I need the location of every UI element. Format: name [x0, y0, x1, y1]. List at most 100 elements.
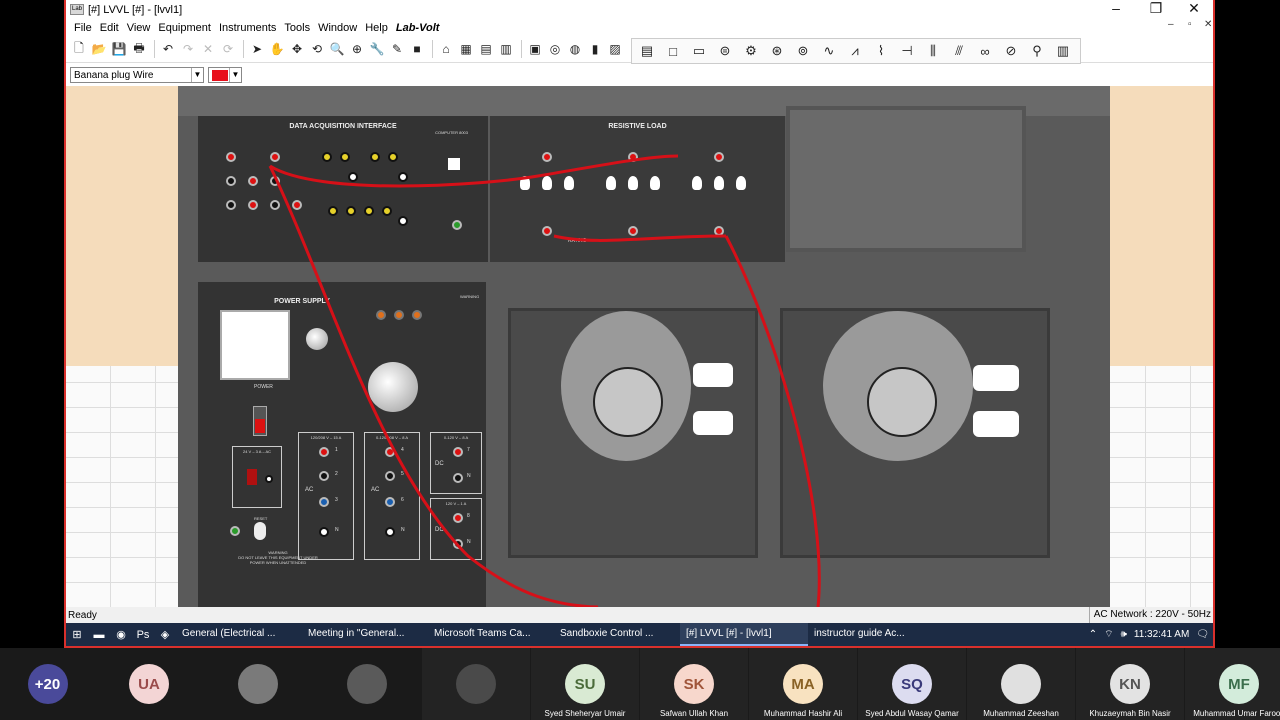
capacitor-icon[interactable]: ⊣ — [896, 42, 918, 60]
avatar: MF — [1219, 664, 1259, 704]
close-button[interactable]: ✕ — [1174, 0, 1214, 19]
taskbar-app[interactable]: General (Electrical ... — [176, 623, 302, 646]
menu-view[interactable]: View — [127, 22, 151, 34]
start-icon[interactable]: ⊞ — [66, 624, 88, 646]
menu-equipment[interactable]: Equipment — [158, 22, 211, 34]
participant-tile[interactable]: KN Khuzaeymah Bin Nasir — [1076, 648, 1184, 720]
new-icon[interactable]: 🗋 — [70, 40, 88, 58]
title-bar[interactable]: Lab [#] LVVL [#] - [lvvl1] — [66, 0, 1213, 19]
wire-color-select[interactable]: ▼ — [208, 67, 242, 83]
hand-icon[interactable]: ✋ — [268, 40, 286, 58]
rotate-view-icon[interactable]: ⟲ — [308, 40, 326, 58]
color-box-icon[interactable]: ■ — [408, 40, 426, 58]
probe-icon[interactable]: 🔧 — [368, 40, 386, 58]
app-icon[interactable]: ◈ — [154, 624, 176, 646]
menu-window[interactable]: Window — [318, 22, 357, 34]
photoshop-icon[interactable]: Ps — [132, 624, 154, 646]
generator-icon[interactable]: ⊚ — [792, 42, 814, 60]
file-explorer-icon[interactable]: ▬ — [88, 624, 110, 646]
taskbar-app[interactable]: [#] LVVL [#] - [lvvl1] — [680, 623, 808, 646]
pointer-icon[interactable]: ➤ — [248, 40, 266, 58]
taskbar-app[interactable]: Meeting in "General... — [302, 623, 428, 646]
transformer-icon[interactable]: ⫼ — [922, 42, 944, 60]
undo-icon[interactable]: ↶ — [159, 40, 177, 58]
resistor-icon[interactable]: ⩘ — [844, 42, 866, 60]
mdi-restore-button[interactable]: ▫ — [1188, 19, 1192, 30]
table-icon[interactable]: ▤ — [477, 40, 495, 58]
panel-icon[interactable]: ▤ — [636, 42, 658, 60]
harmonic-icon[interactable]: ◍ — [566, 40, 584, 58]
participant-name: Muhammad Hashir Ali — [763, 709, 843, 718]
mdi-close-button[interactable]: ✕ — [1204, 19, 1212, 30]
oscilloscope-icon[interactable]: ▣ — [526, 40, 544, 58]
participant-tile[interactable]: MA Muhammad Hashir Ali — [749, 648, 857, 720]
overflow-tile[interactable]: +20 — [0, 648, 95, 720]
pen-icon[interactable]: ✎ — [388, 40, 406, 58]
volume-icon[interactable]: 🕪 — [1121, 629, 1127, 640]
clock[interactable]: 11:32:41 AM — [1134, 629, 1189, 640]
meter-icon[interactable]: ⊘ — [1000, 42, 1022, 60]
network-icon[interactable]: ⌔ — [1104, 628, 1113, 641]
chevron-down-icon: ▼ — [191, 68, 203, 82]
module-icon[interactable]: ▥ — [1052, 42, 1074, 60]
redo-icon[interactable]: ↷ — [179, 40, 197, 58]
menu-file[interactable]: File — [74, 22, 92, 34]
wire[interactable] — [269, 154, 679, 188]
coils-icon[interactable]: ∞ — [974, 42, 996, 60]
bulb-icon[interactable]: ⚲ — [1026, 42, 1048, 60]
workbench-canvas[interactable]: DATA ACQUISITION INTERFACE COMPUTER 8003 — [66, 86, 1213, 607]
zoom-in-icon[interactable]: ⊕ — [348, 40, 366, 58]
chart-icon[interactable]: ▮ — [586, 40, 604, 58]
source-icon[interactable]: ∿ — [818, 42, 840, 60]
participant-tile[interactable]: SQ Syed Abdul Wasay Qamar — [858, 648, 966, 720]
rect-icon[interactable]: ▭ — [688, 42, 710, 60]
move-icon[interactable]: ✥ — [288, 40, 306, 58]
maximize-button[interactable]: ❐ — [1136, 0, 1176, 19]
delete-icon[interactable]: ✕ — [199, 40, 217, 58]
wire[interactable] — [553, 234, 727, 242]
participant-tile[interactable] — [422, 648, 530, 720]
avatar-photo — [1001, 664, 1041, 704]
square-icon[interactable]: □ — [662, 42, 684, 60]
participant-tile[interactable]: SK Safwan Ullah Khan — [640, 648, 748, 720]
chrome-icon[interactable]: ◉ — [110, 624, 132, 646]
avatar-photo — [238, 664, 278, 704]
scope-icon[interactable]: ▨ — [606, 40, 624, 58]
transformer2-icon[interactable]: ⫻ — [948, 42, 970, 60]
print-icon[interactable]: 🖶 — [130, 40, 148, 58]
open-icon[interactable]: 📂 — [90, 40, 108, 58]
system-tray: ⌃ ⌔ 🕪 11:32:41 AM 🗨 — [1082, 623, 1209, 646]
save-icon[interactable]: 💾 — [110, 40, 128, 58]
participant-tile[interactable]: SU Syed Sheheryar Umair — [531, 648, 639, 720]
chevron-up-icon[interactable]: ⌃ — [1089, 629, 1097, 640]
participant-tile[interactable] — [313, 648, 421, 720]
zoom-icon[interactable]: 🔍 — [328, 40, 346, 58]
wire[interactable] — [268, 165, 599, 607]
gear-icon[interactable]: ⚙ — [740, 42, 762, 60]
menu-help[interactable]: Help — [365, 22, 388, 34]
phasor-icon[interactable]: ◎ — [546, 40, 564, 58]
participant-tile[interactable]: Muhammad Zeeshan — [967, 648, 1075, 720]
minimize-button[interactable]: – — [1096, 0, 1136, 19]
lamp-icon[interactable]: ⊜ — [714, 42, 736, 60]
taskbar-app[interactable]: Sandboxie Control ... — [554, 623, 680, 646]
taskbar-app[interactable]: instructor guide Ac... — [808, 623, 934, 646]
menu-edit[interactable]: Edit — [100, 22, 119, 34]
taskbar-app[interactable]: Microsoft Teams Ca... — [428, 623, 554, 646]
wire-type-select[interactable]: Banana plug Wire ▼ — [70, 67, 204, 83]
grid-icon[interactable]: ▥ — [497, 40, 515, 58]
wire[interactable] — [724, 235, 821, 607]
participant-tile[interactable]: MF Muhammad Umar Farooq — [1185, 648, 1280, 720]
rotate-icon[interactable]: ⟳ — [219, 40, 237, 58]
meters-icon[interactable]: ▦ — [457, 40, 475, 58]
components-toolbar: ▤ □ ▭ ⊜ ⚙ ⊛ ⊚ ∿ ⩘ ⌇ ⊣ ⫼ ⫻ ∞ ⊘ ⚲ ▥ — [631, 38, 1081, 64]
mdi-minimize-button[interactable]: – — [1168, 19, 1174, 30]
menu-tools[interactable]: Tools — [284, 22, 310, 34]
notification-icon[interactable]: 🗨 — [1196, 629, 1209, 640]
inductor-icon[interactable]: ⌇ — [870, 42, 892, 60]
participant-tile[interactable]: UA — [95, 648, 203, 720]
menu-instruments[interactable]: Instruments — [219, 22, 276, 34]
motor-icon[interactable]: ⊛ — [766, 42, 788, 60]
participant-tile[interactable] — [204, 648, 312, 720]
home-icon[interactable]: ⌂ — [437, 40, 455, 58]
